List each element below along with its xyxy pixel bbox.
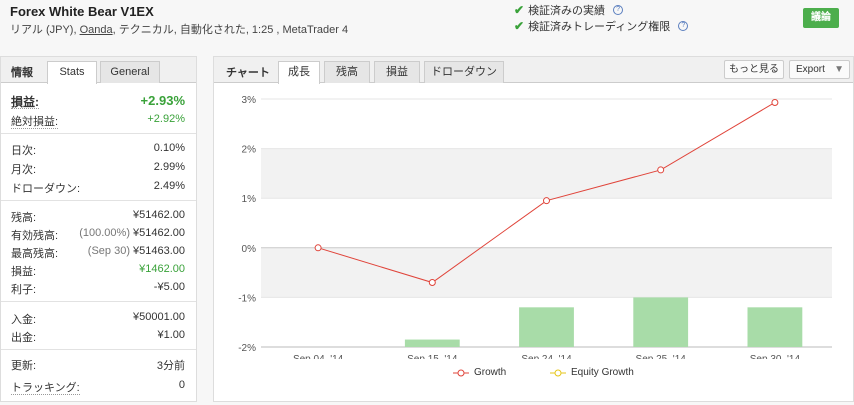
x-tick-label: Sep 15, '14 xyxy=(407,354,458,359)
check-icon: ✔ xyxy=(514,19,525,33)
chart-tabbar: チャート 成長 残高 損益 ドローダウン もっと見る Export ▼ xyxy=(214,57,853,84)
info-panel-title: 情報 xyxy=(11,67,33,79)
interest-row: 利子: -¥5.00 xyxy=(11,281,185,296)
broker-link[interactable]: Oanda xyxy=(80,24,113,36)
tab-stats[interactable]: Stats xyxy=(47,61,97,84)
bar xyxy=(633,297,689,347)
discuss-button[interactable]: 議論 xyxy=(803,8,839,28)
verified-track-record: ✔ 検証済みの実績 ? xyxy=(514,2,624,18)
tab-general[interactable]: General xyxy=(100,61,160,83)
legend-equity-growth[interactable]: Equity Growth xyxy=(549,367,634,378)
chevron-down-icon: ▼ xyxy=(834,64,844,75)
chart-panel-title: チャート xyxy=(226,67,270,79)
x-tick-label: Sep 04, '14 xyxy=(293,354,344,359)
withdrawals-row: 出金: ¥1.00 xyxy=(11,329,185,344)
more-button[interactable]: もっと見る xyxy=(724,60,784,79)
growth-point xyxy=(428,279,436,287)
growth-point xyxy=(657,166,665,174)
legend-growth[interactable]: Growth xyxy=(452,367,506,378)
verified-trading-privileges: ✔ 検証済みトレーディング権限 ? xyxy=(514,18,689,34)
highest-balance-row: 最高残高: (Sep 30) ¥51463.00 xyxy=(11,245,185,260)
drawdown-row: ドローダウン: 2.49% xyxy=(11,180,185,195)
monthly-row: 月次: 2.99% xyxy=(11,161,185,176)
grid-band xyxy=(261,247,832,298)
profit-row: 損益: ¥1462.00 xyxy=(11,263,185,278)
y-tick-label: 2% xyxy=(242,145,257,156)
growth-chart: 3% 2% 1% 0% -1% -2% Sep 04, '14 Sep 15, '14 Sep … xyxy=(238,95,832,359)
growth-point xyxy=(543,197,550,205)
x-tick-label: Sep 25, '14 xyxy=(636,354,687,359)
system-title: Forex White Bear V1EX xyxy=(10,4,154,19)
updated-row: 更新: 3分前 xyxy=(11,360,185,372)
divider xyxy=(1,133,196,134)
help-icon[interactable]: ? xyxy=(678,21,689,31)
x-tick-label: Sep 30, '14 xyxy=(750,354,801,359)
help-icon[interactable]: ? xyxy=(613,5,624,15)
check-icon: ✔ xyxy=(514,3,525,17)
y-tick-label: 0% xyxy=(242,244,257,255)
account-header: Forex White Bear V1EX リアル (JPY), Oanda, … xyxy=(0,0,854,48)
daily-row: 日次: 0.10% xyxy=(11,142,185,157)
divider xyxy=(1,200,196,201)
system-subtitle: リアル (JPY), Oanda, テクニカル, 自動化された, 1:25 , … xyxy=(10,24,349,36)
divider xyxy=(1,301,196,302)
y-tick-label: 1% xyxy=(242,194,257,205)
tab-profit[interactable]: 損益 xyxy=(374,61,420,83)
equity-row: 有効残高: (100.00%) ¥51462.00 xyxy=(11,227,185,242)
bar xyxy=(747,307,803,347)
legend-marker-equity-growth xyxy=(550,369,566,376)
gain-row: 損益: +2.93% xyxy=(11,93,185,109)
y-tick-label: -2% xyxy=(238,343,256,354)
growth-point xyxy=(771,98,779,106)
tab-drawdown[interactable]: ドローダウン xyxy=(424,61,504,83)
x-tick-label: Sep 24, '14 xyxy=(521,354,572,359)
bar xyxy=(404,339,460,347)
info-tabbar: 情報 Stats General xyxy=(1,57,196,84)
info-panel: 情報 Stats General 損益: +2.93% 絶対損益: +2.92%… xyxy=(0,56,197,402)
balance-row: 残高: ¥51462.00 xyxy=(11,209,185,224)
divider xyxy=(1,349,196,350)
growth-point xyxy=(314,244,322,252)
tab-balance[interactable]: 残高 xyxy=(324,61,370,83)
bar xyxy=(519,307,574,347)
export-dropdown[interactable]: Export ▼ xyxy=(789,60,850,79)
y-tick-label: 3% xyxy=(242,95,257,106)
grid-band xyxy=(261,148,832,199)
tracking-row: トラッキング: 0 xyxy=(11,379,185,395)
chart-panel: チャート 成長 残高 損益 ドローダウン もっと見る Export ▼ 3% 2%… xyxy=(213,56,854,402)
deposits-row: 入金: ¥50001.00 xyxy=(11,311,185,326)
y-tick-label: -1% xyxy=(238,293,256,304)
tab-growth[interactable]: 成長 xyxy=(278,61,320,84)
abs-gain-row: 絶対損益: +2.92% xyxy=(11,113,185,129)
legend-marker-growth xyxy=(453,369,469,376)
